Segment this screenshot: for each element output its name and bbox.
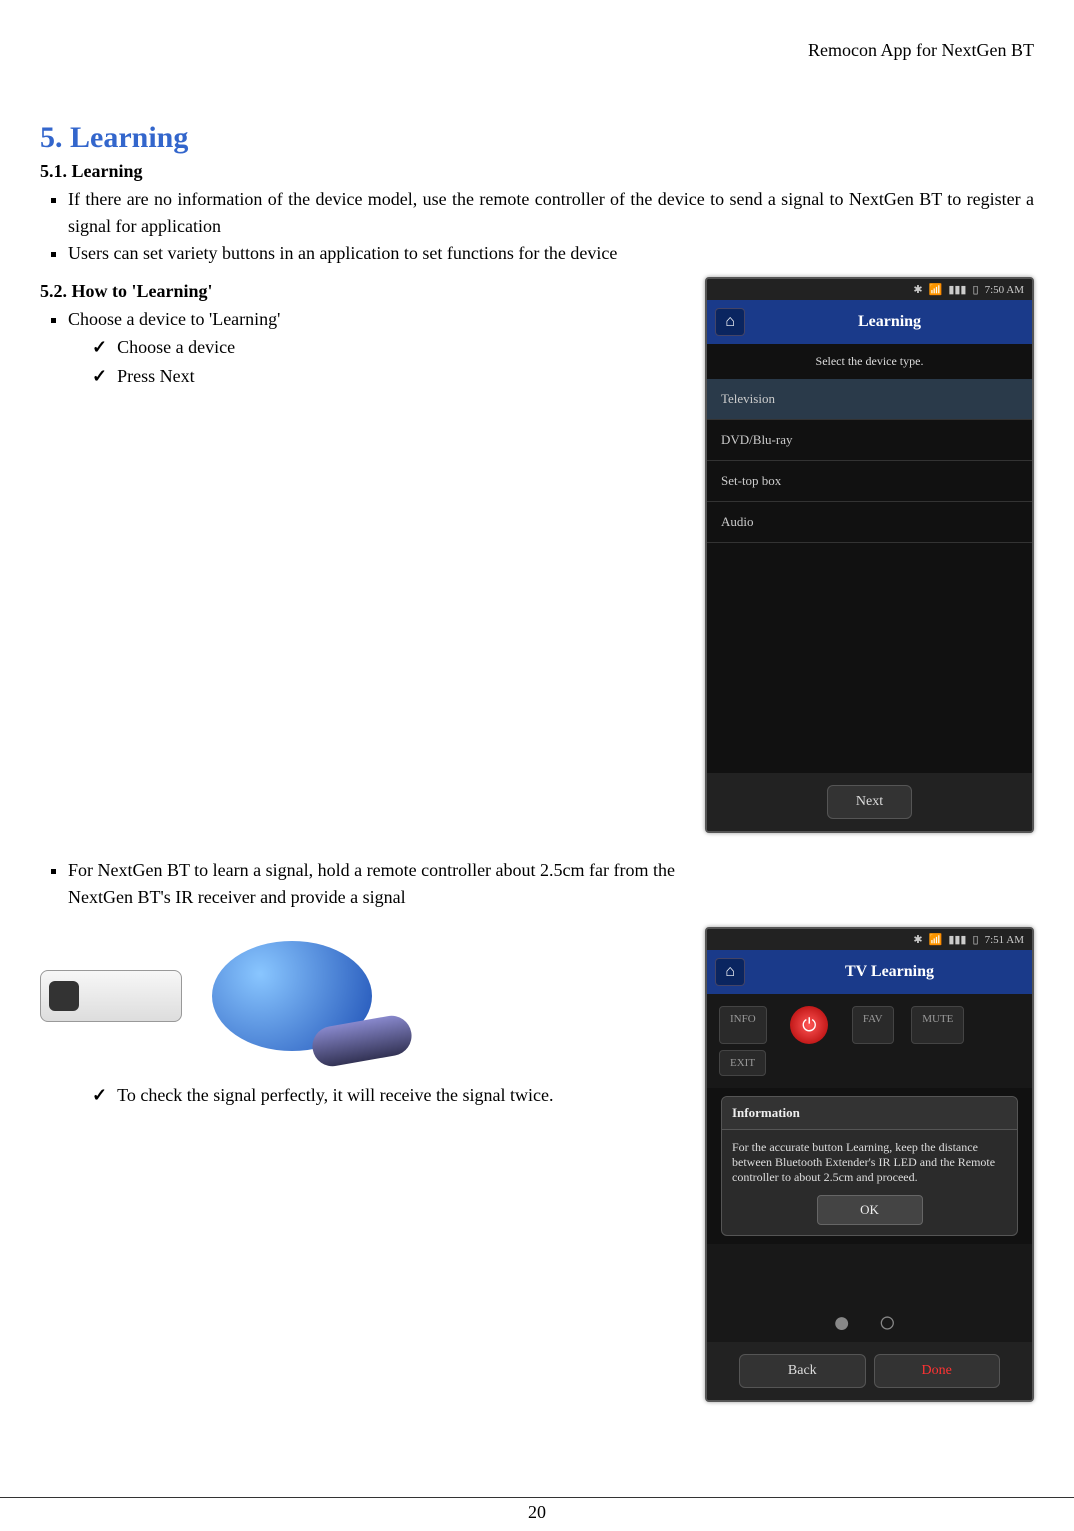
home-icon[interactable]: ⌂ — [715, 958, 745, 986]
bluetooth-icon: ✱ — [913, 283, 922, 296]
document-header: Remocon App for NextGen BT — [40, 40, 1034, 61]
done-button[interactable]: Done — [874, 1354, 1000, 1388]
ok-button[interactable]: OK — [817, 1195, 923, 1225]
check-list: Choose a device Press Next — [68, 333, 675, 391]
bottom-bar: Back Done — [707, 1342, 1032, 1400]
signal-icon: ▮▮▮ — [948, 933, 966, 946]
bullet-list: If there are no information of the devic… — [40, 186, 1034, 267]
wifi-icon: 📶 — [929, 283, 943, 296]
device-type-list: Television DVD/Blu-ray Set-top box Audio — [707, 379, 1032, 543]
wifi-icon: 📶 — [929, 933, 943, 946]
document-page: Remocon App for NextGen BT 5. Learning 5… — [0, 0, 1074, 1531]
section-5-2-row: 5.2. How to 'Learning' Choose a device t… — [40, 277, 1034, 833]
app-titlebar: ⌂ Learning — [707, 300, 1032, 344]
dialog-body: For the accurate button Learning, keep t… — [722, 1130, 1017, 1195]
screen-title: TV Learning — [755, 963, 1024, 981]
check-item: To check the signal perfectly, it will r… — [92, 1081, 675, 1110]
device-item-audio[interactable]: Audio — [707, 502, 1032, 543]
page-indicator: ● ○ — [707, 1304, 1032, 1342]
next-button[interactable]: Next — [827, 785, 912, 819]
check-item: Choose a device — [92, 333, 675, 362]
tv-button-row: INFO ⏻ FAV MUTE EXIT — [707, 994, 1032, 1088]
list-item: Users can set variety buttons in an appl… — [68, 240, 1034, 267]
section-title: 5. Learning — [40, 121, 1034, 155]
text-column: 5.2. How to 'Learning' Choose a device t… — [40, 277, 675, 401]
battery-icon: ▯ — [973, 283, 979, 296]
device-item-television[interactable]: Television — [707, 379, 1032, 420]
device-item-dvd[interactable]: DVD/Blu-ray — [707, 420, 1032, 461]
back-button[interactable]: Back — [739, 1354, 865, 1388]
bluetooth-icon: ✱ — [913, 933, 922, 946]
power-icon[interactable]: ⏻ — [790, 1006, 828, 1044]
bullet-list: Choose a device to 'Learning' Choose a d… — [40, 306, 675, 391]
list-item: If there are no information of the devic… — [68, 186, 1034, 240]
mute-button[interactable]: MUTE — [911, 1006, 964, 1044]
screen-title: Learning — [755, 313, 1024, 331]
dialog-title: Information — [722, 1097, 1017, 1130]
status-bar: ✱ 📶 ▮▮▮ ▯ 7:51 AM — [707, 929, 1032, 950]
battery-icon: ▯ — [973, 933, 979, 946]
info-button[interactable]: INFO — [719, 1006, 767, 1044]
remote-controller-icon — [40, 970, 182, 1022]
check-item: Press Next — [92, 362, 675, 391]
spacer — [707, 1244, 1032, 1304]
status-bar: ✱ 📶 ▮▮▮ ▯ 7:50 AM — [707, 279, 1032, 300]
list-item: Choose a device to 'Learning' Choose a d… — [68, 306, 675, 391]
subsection-5-1-heading: 5.1. Learning — [40, 161, 1034, 182]
clock-text: 7:51 AM — [985, 934, 1024, 946]
fav-button[interactable]: FAV — [852, 1006, 894, 1044]
check-wrapper: To check the signal perfectly, it will r… — [40, 1081, 675, 1110]
app-titlebar: ⌂ TV Learning — [707, 950, 1032, 994]
spacer — [982, 1006, 1020, 1044]
information-dialog: Information For the accurate button Lear… — [721, 1096, 1018, 1236]
bottom-bar: Next — [707, 773, 1032, 831]
device-item-stb[interactable]: Set-top box — [707, 461, 1032, 502]
bullet-list: For NextGen BT to learn a signal, hold a… — [40, 857, 675, 911]
check-list: To check the signal perfectly, it will r… — [68, 1081, 675, 1110]
phone-screenshot-tv-learning: ✱ 📶 ▮▮▮ ▯ 7:51 AM ⌂ TV Learning INFO ⏻ F… — [705, 927, 1034, 1402]
list-item-text: Choose a device to 'Learning' — [68, 309, 280, 329]
hint-text: Select the device type. — [707, 344, 1032, 379]
subsection-5-2-heading: 5.2. How to 'Learning' — [40, 281, 675, 302]
spacer — [707, 543, 1032, 773]
phone-screenshot-learning-list: ✱ 📶 ▮▮▮ ▯ 7:50 AM ⌂ Learning Select the … — [705, 277, 1034, 833]
page-number: 20 — [0, 1497, 1074, 1523]
list-item: For NextGen BT to learn a signal, hold a… — [68, 857, 675, 911]
clock-text: 7:50 AM — [985, 284, 1024, 296]
exit-button[interactable]: EXIT — [719, 1050, 766, 1076]
remote-illustration — [40, 941, 675, 1051]
extender-device-icon — [212, 941, 372, 1051]
signal-icon: ▮▮▮ — [948, 283, 966, 296]
home-icon[interactable]: ⌂ — [715, 308, 745, 336]
signal-row: For NextGen BT to learn a signal, hold a… — [40, 857, 1034, 1402]
text-column: For NextGen BT to learn a signal, hold a… — [40, 857, 675, 1120]
